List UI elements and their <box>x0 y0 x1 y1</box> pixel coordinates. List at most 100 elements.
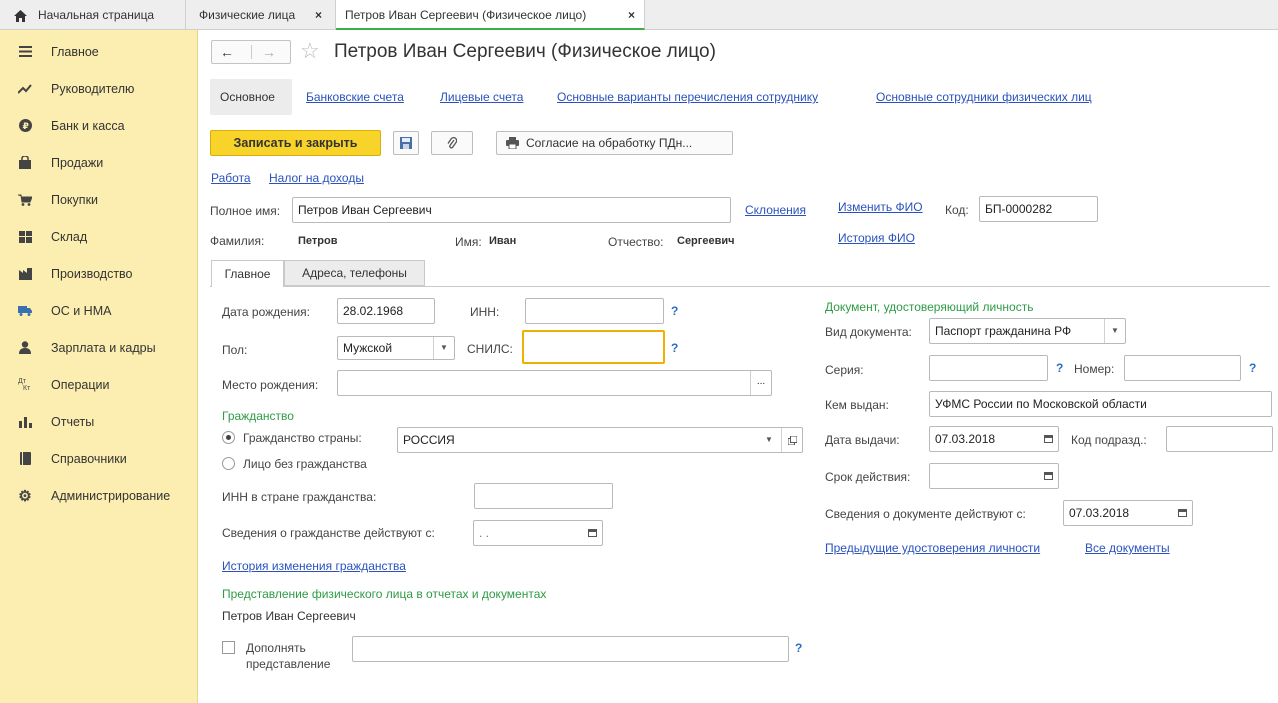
work-link[interactable]: Работа <box>211 171 251 185</box>
series-label: Серия: <box>825 363 864 377</box>
star-icon[interactable]: ☆ <box>300 39 320 63</box>
change-fio-link[interactable]: Изменить ФИО <box>838 200 923 214</box>
close-icon[interactable]: × <box>315 0 322 30</box>
consent-button[interactable]: Согласие на обработку ПДн... <box>496 131 733 155</box>
bar-chart-icon <box>18 415 32 429</box>
previous-documents-link[interactable]: Предыдущие удостоверения личности <box>825 541 1040 555</box>
inn-foreign-input[interactable] <box>474 483 613 509</box>
citizenship-from-label: Сведения о гражданстве действуют с: <box>222 526 435 540</box>
help-icon[interactable]: ? <box>1249 361 1256 375</box>
tab-individuals[interactable]: Физические лица × <box>186 0 336 30</box>
birth-place-select-button[interactable]: ... <box>750 371 771 395</box>
supplement-checkbox[interactable] <box>222 641 235 654</box>
sidebar-item-sales[interactable]: Продажи <box>0 144 198 181</box>
document-type-label: Вид документа: <box>825 325 912 339</box>
sidebar-item-directories[interactable]: Справочники <box>0 440 198 477</box>
fio-history-link[interactable]: История ФИО <box>838 231 915 245</box>
help-icon[interactable]: ? <box>671 341 678 355</box>
nav-link-main-employees[interactable]: Основные сотрудники физических лиц <box>876 90 1092 104</box>
sidebar-item-label: ОС и НМА <box>51 303 112 318</box>
chevron-down-icon[interactable]: ▼ <box>760 428 778 452</box>
sidebar-item-production[interactable]: Производство <box>0 255 198 292</box>
tax-link[interactable]: Налог на доходы <box>269 171 364 185</box>
code-input[interactable]: БП-0000282 <box>979 196 1098 222</box>
form-tabs-line <box>210 286 1270 287</box>
patronymic-label: Отчество: <box>608 235 664 249</box>
sidebar-item-reports[interactable]: Отчеты <box>0 403 198 440</box>
document-type-select[interactable]: Паспорт гражданина РФ ▼ <box>929 318 1126 344</box>
citizenship-country-label: Гражданство страны: <box>243 431 362 445</box>
save-button[interactable] <box>393 131 419 155</box>
inn-input[interactable] <box>525 298 664 324</box>
sidebar-item-label: Справочники <box>51 451 127 466</box>
citizenship-country-radio[interactable] <box>222 431 235 444</box>
sidebar-item-bank[interactable]: ₽ Банк и касса <box>0 107 198 144</box>
nav-link-personal-accounts[interactable]: Лицевые счета <box>440 90 523 104</box>
sidebar-item-salary[interactable]: Зарплата и кадры <box>0 329 198 366</box>
snils-input[interactable] <box>522 330 665 364</box>
document-type-value: Паспорт гражданина РФ <box>935 324 1072 338</box>
valid-from-input[interactable]: 07.03.2018 <box>1063 500 1193 526</box>
validity-input[interactable] <box>929 463 1059 489</box>
forward-icon[interactable]: → <box>262 44 276 60</box>
calendar-icon[interactable] <box>582 521 602 545</box>
calendar-icon[interactable] <box>1038 464 1058 488</box>
sidebar-item-admin[interactable]: ⚙ Администрирование <box>0 477 198 514</box>
number-input[interactable] <box>1124 355 1241 381</box>
back-icon[interactable]: ← <box>220 44 234 60</box>
tab-home[interactable]: Начальная страница <box>0 0 186 30</box>
tab-petrov[interactable]: Петров Иван Сергеевич (Физическое лицо) … <box>336 0 645 30</box>
supplement-label-line1: Дополнять <box>246 641 306 655</box>
top-tab-bar: Начальная страница Физические лица × Пет… <box>0 0 1278 30</box>
citizenship-country-select[interactable]: РОССИЯ ▼ <box>397 427 803 453</box>
series-input[interactable] <box>929 355 1048 381</box>
kt-label: Кт <box>23 384 31 392</box>
paperclip-icon <box>447 136 457 148</box>
citizenship-header: Гражданство <box>222 409 294 423</box>
dt-label: Дт <box>18 377 26 385</box>
full-name-input[interactable]: Петров Иван Сергеевич <box>292 197 731 223</box>
sidebar-item-operations[interactable]: Дт Кт Операции <box>0 366 198 403</box>
sidebar-item-label: Администрирование <box>51 488 171 503</box>
tab-addresses[interactable]: Адреса, телефоны <box>284 260 425 286</box>
birth-date-input[interactable]: 28.02.1968 <box>337 298 435 324</box>
citizenship-history-link[interactable]: История изменения гражданства <box>222 559 406 573</box>
close-icon[interactable]: × <box>628 0 635 30</box>
nav-link-bank-accounts[interactable]: Банковские счета <box>306 90 404 104</box>
help-icon[interactable]: ? <box>1056 361 1063 375</box>
birth-place-input[interactable]: ... <box>337 370 772 396</box>
sidebar-item-warehouse[interactable]: Склад <box>0 218 198 255</box>
snils-label: СНИЛС: <box>467 342 513 356</box>
tab-main-label: Главное <box>224 267 271 281</box>
issued-by-input[interactable]: УФМС России по Московской области <box>929 391 1272 417</box>
menu-icon <box>18 45 32 59</box>
help-icon[interactable]: ? <box>795 641 802 655</box>
sidebar-item-assets[interactable]: ОС и НМА <box>0 292 198 329</box>
sidebar-item-purchases[interactable]: Покупки <box>0 181 198 218</box>
sidebar-item-manager[interactable]: Руководителю <box>0 70 198 107</box>
all-documents-link[interactable]: Все документы <box>1085 541 1170 555</box>
save-and-close-button[interactable]: Записать и закрыть <box>210 130 381 156</box>
help-icon[interactable]: ? <box>671 304 678 318</box>
nav-link-main[interactable]: Основное <box>220 90 275 104</box>
sidebar-item-main[interactable]: Главное <box>0 33 198 70</box>
attach-button[interactable] <box>431 131 473 155</box>
chevron-down-icon[interactable]: ▼ <box>1104 319 1125 343</box>
gender-select[interactable]: Мужской ▼ <box>337 336 455 360</box>
issue-date-input[interactable]: 07.03.2018 <box>929 426 1059 452</box>
birth-place-label: Место рождения: <box>222 378 319 392</box>
sidebar-item-label: Операции <box>51 377 110 392</box>
citizenship-from-input[interactable]: . . <box>473 520 603 546</box>
stateless-radio[interactable] <box>222 457 235 470</box>
citizenship-from-value: . . <box>479 526 490 540</box>
declensions-link[interactable]: Склонения <box>745 203 806 217</box>
nav-link-payment-options[interactable]: Основные варианты перечисления сотрудник… <box>557 90 818 104</box>
open-icon[interactable] <box>781 428 802 452</box>
calendar-icon[interactable] <box>1038 427 1058 451</box>
dept-code-input[interactable] <box>1166 426 1273 452</box>
issue-date-value: 07.03.2018 <box>935 432 996 446</box>
chevron-down-icon[interactable]: ▼ <box>433 337 454 359</box>
tab-main[interactable]: Главное <box>211 260 284 287</box>
calendar-icon[interactable] <box>1172 501 1192 525</box>
supplement-input[interactable] <box>352 636 789 662</box>
